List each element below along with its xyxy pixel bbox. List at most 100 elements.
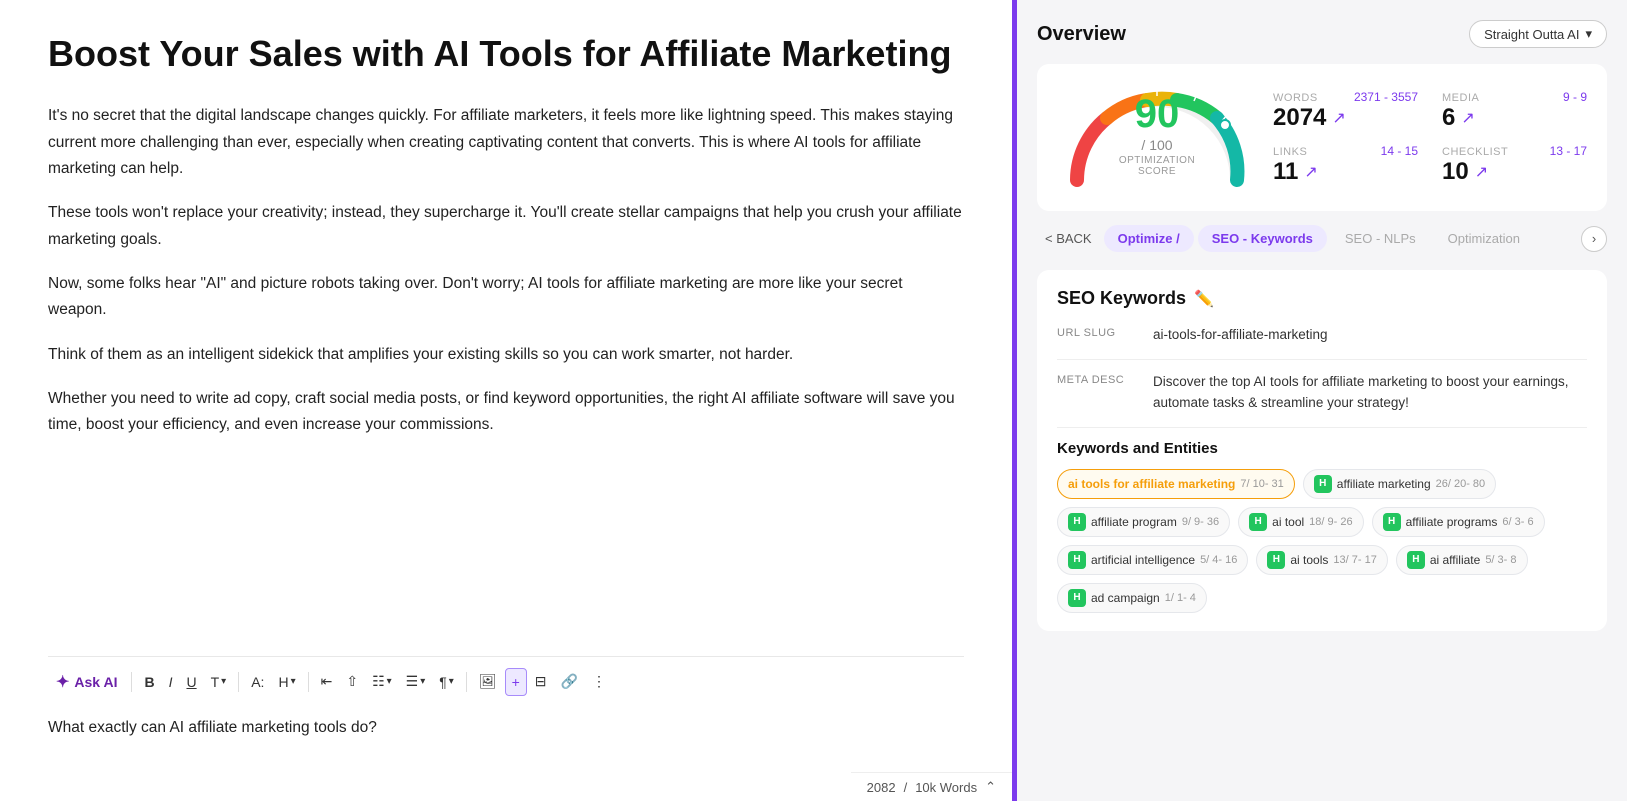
kw-text-3: ai tool — [1272, 515, 1304, 529]
kw-stats-2: 9/ 9- 36 — [1182, 516, 1219, 528]
ask-ai-label: Ask AI — [74, 674, 117, 690]
kw-badge-7: H — [1407, 551, 1425, 569]
meta-divider-1 — [1057, 359, 1587, 360]
checklist-range: 13 - 17 — [1550, 144, 1587, 158]
kw-text-8: ad campaign — [1091, 591, 1160, 605]
keyword-chip-5[interactable]: H artificial intelligence 5/ 4- 16 — [1057, 545, 1248, 575]
article-body[interactable]: It's no secret that the digital landscap… — [48, 103, 964, 655]
tabs-row: < BACK Optimize / SEO - Keywords SEO - N… — [1037, 225, 1607, 252]
word-count-current: 2082 — [867, 780, 896, 795]
divider-2 — [238, 672, 239, 692]
edit-icon[interactable]: ✏️ — [1194, 289, 1214, 309]
score-number: 90 — [1107, 92, 1207, 137]
word-count-bar: 2082 / 10k Words ⌃ — [851, 772, 1012, 801]
seo-title: SEO Keywords ✏️ — [1057, 288, 1587, 309]
links-arrow-icon: ↗ — [1304, 162, 1317, 182]
chevron-down-icon-para: ▾ — [449, 676, 454, 687]
media-label: Media — [1442, 92, 1479, 104]
image-button[interactable]: 🖼 — [473, 668, 503, 695]
ordered-list-button[interactable]: ☷ ▾ — [366, 668, 398, 695]
paragraph-button[interactable]: ¶ ▾ — [433, 669, 460, 695]
stat-media: Media 9 - 9 6 ↗ — [1442, 90, 1587, 132]
dropdown-chevron-icon: ▾ — [1585, 26, 1592, 42]
kw-badge-3: H — [1249, 513, 1267, 531]
align-left-button[interactable]: ⇤ — [315, 668, 339, 695]
keyword-chip-0[interactable]: ai tools for affiliate marketing 7/ 10- … — [1057, 469, 1295, 499]
checklist-value: 10 — [1442, 158, 1469, 186]
options-button[interactable]: ⊟ — [529, 668, 553, 695]
media-arrow-icon: ↗ — [1461, 108, 1474, 128]
seo-section: SEO Keywords ✏️ URL SLUG ai-tools-for-af… — [1037, 270, 1607, 631]
keyword-chip-3[interactable]: H ai tool 18/ 9- 26 — [1238, 507, 1363, 537]
unordered-list-button[interactable]: ☰ ▾ — [400, 668, 432, 695]
word-count-target: 10k Words — [915, 780, 977, 795]
tab-back-button[interactable]: < BACK — [1037, 226, 1100, 251]
link-button[interactable]: 🔗 — [555, 668, 584, 695]
more-button[interactable]: ⋮ — [586, 668, 612, 695]
paragraph-2: These tools won't replace your creativit… — [48, 200, 964, 253]
word-count-separator: / — [904, 780, 908, 795]
score-denom: / 100 — [1141, 137, 1172, 153]
kw-badge-4: H — [1383, 513, 1401, 531]
divider-3 — [308, 672, 309, 692]
tab-seo-nlps[interactable]: SEO - NLPs — [1331, 225, 1430, 252]
divider-1 — [131, 672, 132, 692]
keyword-chip-7[interactable]: H ai affiliate 5/ 3- 8 — [1396, 545, 1528, 575]
kw-badge-1: H — [1314, 475, 1332, 493]
bold-button[interactable]: B — [138, 669, 160, 695]
kw-badge-5: H — [1068, 551, 1086, 569]
tab-seo-keywords[interactable]: SEO - Keywords — [1198, 225, 1327, 252]
ask-ai-button[interactable]: ✦ Ask AI — [48, 667, 125, 697]
tab-next-button[interactable]: › — [1581, 226, 1607, 252]
heading-button[interactable]: H ▾ — [272, 669, 301, 695]
checklist-label: Checklist — [1442, 146, 1508, 158]
keyword-chip-1[interactable]: H affiliate marketing 26/ 20- 80 — [1303, 469, 1496, 499]
url-slug-row: URL SLUG ai-tools-for-affiliate-marketin… — [1057, 325, 1587, 345]
ai-icon: ✦ — [56, 672, 69, 692]
brand-dropdown[interactable]: Straight Outta AI ▾ — [1469, 20, 1607, 48]
meta-desc-label: META DESC — [1057, 372, 1137, 386]
kw-stats-6: 13/ 7- 17 — [1333, 554, 1376, 566]
paragraph-4: Think of them as an intelligent sidekick… — [48, 342, 964, 368]
url-slug-value: ai-tools-for-affiliate-marketing — [1153, 325, 1587, 345]
kw-badge-6: H — [1267, 551, 1285, 569]
words-arrow-icon: ↗ — [1332, 108, 1345, 128]
keyword-chip-2[interactable]: H affiliate program 9/ 9- 36 — [1057, 507, 1230, 537]
kw-text-6: ai tools — [1290, 553, 1328, 567]
tab-optimization[interactable]: Optimization — [1434, 225, 1534, 252]
add-element-button[interactable]: + — [505, 668, 527, 696]
kw-stats-8: 1/ 1- 4 — [1165, 592, 1196, 604]
meta-desc-row: META DESC Discover the top AI tools for … — [1057, 372, 1587, 413]
editor-toolbar: ✦ Ask AI B I U T ▾ A: H ▾ ⇤ ⇧ — [48, 656, 964, 707]
stat-links: Links 14 - 15 11 ↗ — [1273, 144, 1418, 186]
keyword-chip-6[interactable]: H ai tools 13/ 7- 17 — [1256, 545, 1387, 575]
kw-text-4: affiliate programs — [1406, 515, 1498, 529]
kw-stats-5: 5/ 4- 16 — [1200, 554, 1237, 566]
words-label: Words — [1273, 92, 1318, 104]
tab-optimize[interactable]: Optimize / — [1104, 225, 1194, 252]
italic-button[interactable]: I — [163, 669, 179, 695]
expand-icon[interactable]: ⌃ — [985, 779, 996, 795]
align-center-button[interactable]: ⇧ — [340, 668, 364, 695]
font-size-button[interactable]: A: — [245, 669, 270, 695]
kw-stats-7: 5/ 3- 8 — [1485, 554, 1516, 566]
keyword-chip-8[interactable]: H ad campaign 1/ 1- 4 — [1057, 583, 1207, 613]
underline-button[interactable]: U — [180, 669, 202, 695]
kw-text-5: artificial intelligence — [1091, 553, 1195, 567]
stats-grid: Words 2371 - 3557 2074 ↗ Media 9 - 9 6 ↗ — [1273, 90, 1587, 186]
keyword-chip-4[interactable]: H affiliate programs 6/ 3- 6 — [1372, 507, 1545, 537]
kw-badge-8: H — [1068, 589, 1086, 607]
words-value: 2074 — [1273, 104, 1326, 132]
keywords-section-title: Keywords and Entities — [1057, 440, 1587, 457]
text-type-button[interactable]: T ▾ — [205, 669, 233, 695]
meta-desc-value: Discover the top AI tools for affiliate … — [1153, 372, 1587, 413]
links-range: 14 - 15 — [1381, 144, 1418, 158]
meta-divider-2 — [1057, 427, 1587, 428]
media-range: 9 - 9 — [1563, 90, 1587, 104]
article-editor: Boost Your Sales with AI Tools for Affil… — [0, 0, 1012, 801]
divider-4 — [466, 672, 467, 692]
last-paragraph: What exactly can AI affiliate marketing … — [48, 719, 377, 736]
gauge-container: 90 / 100 OPTIMIZATION SCORE — [1057, 80, 1257, 195]
links-value: 11 — [1273, 158, 1298, 186]
chevron-down-icon-ol: ▾ — [387, 676, 392, 687]
